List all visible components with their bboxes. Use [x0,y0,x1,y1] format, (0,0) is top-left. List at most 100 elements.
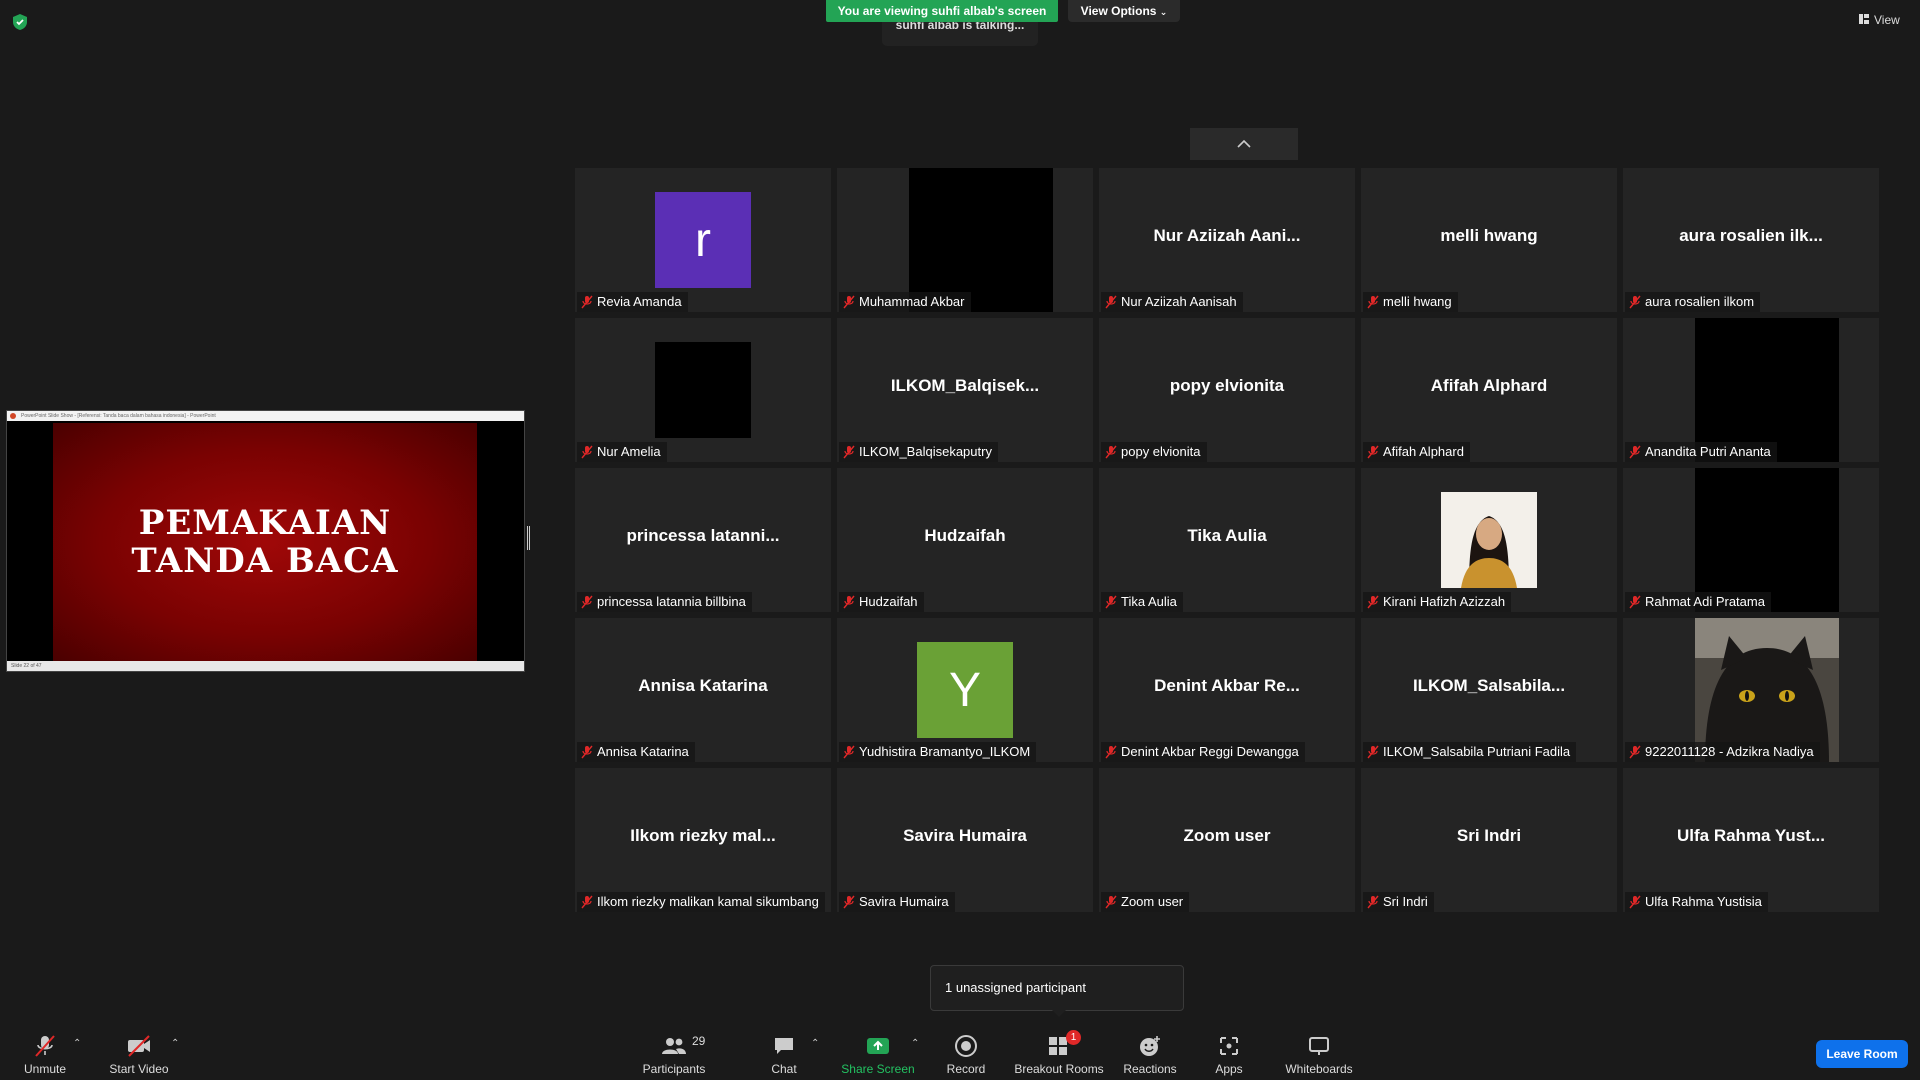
participants-button[interactable]: 29 Participants [636,1028,712,1078]
microphone-muted-icon [843,445,855,459]
participant-tile[interactable]: Nur Aziizah Aani... Nur Aziizah Aanisah [1099,168,1355,312]
chat-options-caret-icon[interactable]: ⌃ [811,1038,819,1049]
participant-tile[interactable]: Ilkom riezky mal... Ilkom riezky malikan … [575,768,831,912]
microphone-muted-icon [843,295,855,309]
participant-name-label: Ulfa Rahma Yustisia [1625,892,1768,912]
participant-tile[interactable]: Ulfa Rahma Yust... Ulfa Rahma Yustisia [1623,768,1879,912]
participant-video [655,342,751,438]
participant-tile[interactable]: Rahmat Adi Pratama [1623,468,1879,612]
participant-tile[interactable]: popy elvionita popy elvionita [1099,318,1355,462]
whiteboard-icon [1307,1032,1331,1060]
participant-tile[interactable]: Denint Akbar Re... Denint Akbar Reggi Dew… [1099,618,1355,762]
chat-button[interactable]: Chat [764,1028,804,1078]
audio-options-caret-icon[interactable]: ⌃ [73,1038,81,1049]
chat-bubble-icon [772,1032,796,1060]
unmute-button[interactable]: Unmute [14,1028,76,1078]
view-label: View [1874,13,1900,27]
shared-screen[interactable]: PowerPoint Slide Show - [Referensi: Tand… [6,410,525,672]
participant-name-text: Rahmat Adi Pratama [1645,594,1765,609]
participant-tile[interactable]: Kirani Hafizh Azizzah [1361,468,1617,612]
participant-tile[interactable]: Afifah Alphard Afifah Alphard [1361,318,1617,462]
participant-name-text: aura rosalien ilkom [1645,294,1755,309]
participant-name-text: Annisa Katarina [597,744,689,759]
participant-name-label: Muhammad Akbar [839,292,971,312]
participant-name-text: Tika Aulia [1121,594,1177,609]
participant-tile[interactable]: princessa latanni... princessa latannia b… [575,468,831,612]
participants-count: 29 [692,1034,706,1048]
reactions-label: Reactions [1123,1062,1177,1076]
unmute-label: Unmute [23,1062,67,1076]
participant-name-label: Yudhistira Bramantyo_ILKOM [839,742,1037,762]
participant-video [1695,318,1839,462]
participant-tile[interactable]: Savira Humaira Savira Humaira [837,768,1093,912]
participant-name-label: Savira Humaira [839,892,955,912]
apps-button[interactable]: Apps [1214,1028,1244,1078]
share-options-caret-icon[interactable]: ⌃ [911,1038,919,1049]
participant-tile[interactable]: Annisa Katarina Annisa Katarina [575,618,831,762]
participant-tile[interactable]: ILKOM_Salsabila... ILKOM_Salsabila Putria… [1361,618,1617,762]
participant-name-text: Yudhistira Bramantyo_ILKOM [859,744,1031,759]
participant-name-text: Hudzaifah [859,594,918,609]
participant-avatar: r [655,192,751,288]
microphone-muted-icon [843,595,855,609]
participant-tile[interactable]: Nur Amelia [575,318,831,462]
microphone-muted-icon [1367,745,1379,759]
participant-tile[interactable]: Y Yudhistira Bramantyo_ILKOM [837,618,1093,762]
start-video-button[interactable]: Start Video [104,1028,174,1078]
leave-room-button[interactable]: Leave Room [1816,1040,1908,1068]
chat-label: Chat [771,1062,797,1076]
microphone-muted-icon [843,745,855,759]
share-screen-button[interactable]: Share Screen [838,1028,918,1078]
participant-tile[interactable]: Muhammad Akbar [837,168,1093,312]
participant-name-label: aura rosalien ilkom [1625,292,1761,312]
participant-display-name: ILKOM_Salsabila... [1412,676,1566,695]
record-button[interactable]: Record [942,1028,990,1078]
participant-tile[interactable]: Hudzaifah Hudzaifah [837,468,1093,612]
video-options-caret-icon[interactable]: ⌃ [171,1038,179,1049]
participant-name-label: 9222011128 - Adzikra Nadiya [1625,742,1820,762]
participant-tile[interactable]: aura rosalien ilk... aura rosalien ilkom [1623,168,1879,312]
participant-display-name: Ilkom riezky mal... [630,826,776,845]
participant-tile[interactable]: ILKOM_Balqisek... ILKOM_Balqisekaputry [837,318,1093,462]
apps-icon [1218,1032,1240,1060]
participant-name-text: Nur Amelia [597,444,661,459]
participant-name-label: ILKOM_Balqisekaputry [839,442,998,462]
breakout-rooms-button[interactable]: 1 Breakout Rooms [1012,1028,1106,1078]
microphone-muted-icon [581,295,593,309]
slide-counter: Slide 22 of 47 [11,663,42,669]
participant-name-label: Annisa Katarina [577,742,695,762]
encryption-shield-icon[interactable] [10,12,30,32]
participant-name-label: Ilkom riezky malikan kamal sikumbang [577,892,825,912]
resize-handle[interactable] [527,526,530,550]
participant-video [1695,468,1839,612]
viewing-screen-banner: You are viewing suhfi albab's screen [826,0,1058,22]
participant-name-text: Afifah Alphard [1383,444,1464,459]
microphone-muted-icon [1629,745,1641,759]
participant-tile[interactable]: r Revia Amanda [575,168,831,312]
participant-tile[interactable]: melli hwang melli hwang [1361,168,1617,312]
participant-video [909,168,1053,312]
participant-name-label: Anandita Putri Ananta [1625,442,1777,462]
slide-status-bar: Slide 22 of 47 [7,661,524,671]
whiteboards-label: Whiteboards [1285,1062,1353,1076]
view-button[interactable]: View [1858,10,1908,30]
participant-name-label: Sri Indri [1363,892,1434,912]
chevron-down-icon: ⌄ [1159,7,1168,17]
reactions-button[interactable]: Reactions [1122,1028,1178,1078]
participant-name-text: popy elvionita [1121,444,1201,459]
gallery-page-up-button[interactable] [1190,128,1298,160]
participant-display-name: melli hwang [1440,226,1538,245]
microphone-muted-icon [581,595,593,609]
participant-tile[interactable]: Sri Indri Sri Indri [1361,768,1617,912]
participant-name-text: Zoom user [1121,894,1184,909]
participant-tile[interactable]: Zoom user Zoom user [1099,768,1355,912]
participant-tile[interactable]: Tika Aulia Tika Aulia [1099,468,1355,612]
participant-display-name: aura rosalien ilk... [1679,226,1823,245]
participant-name-text: Ilkom riezky malikan kamal sikumbang [597,894,819,909]
microphone-muted-icon [1105,295,1117,309]
view-options-button[interactable]: View Options ⌄ [1068,0,1180,22]
participant-tile[interactable]: 9222011128 - Adzikra Nadiya [1623,618,1879,762]
breakout-rooms-label: Breakout Rooms [1014,1062,1104,1076]
whiteboards-button[interactable]: Whiteboards [1284,1028,1354,1078]
participant-tile[interactable]: Anandita Putri Ananta [1623,318,1879,462]
